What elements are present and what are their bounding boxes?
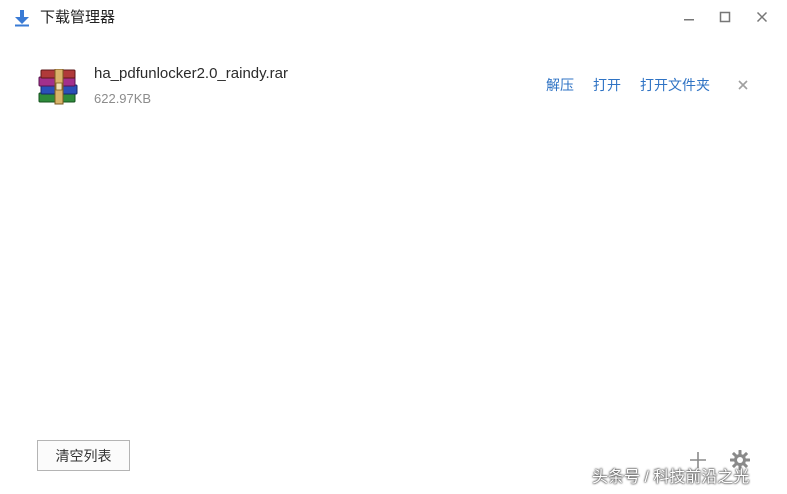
- close-window-button[interactable]: [751, 6, 773, 28]
- title-bar: 下载管理器: [0, 0, 787, 36]
- clear-list-button[interactable]: 清空列表: [37, 440, 130, 471]
- window-title: 下载管理器: [40, 9, 116, 26]
- download-list-item: ha_pdfunlocker2.0_raindy.rar 622.97KB 解压…: [0, 56, 787, 116]
- download-arrow-icon: [15, 10, 29, 27]
- remove-item-button[interactable]: [735, 77, 751, 93]
- winrar-archive-icon: [38, 69, 78, 105]
- file-name[interactable]: ha_pdfunlocker2.0_raindy.rar: [94, 64, 288, 84]
- maximize-button[interactable]: [714, 6, 736, 28]
- close-icon: [756, 11, 768, 23]
- open-link[interactable]: 打开: [593, 75, 621, 95]
- minimize-button[interactable]: [678, 6, 700, 28]
- open-folder-link[interactable]: 打开文件夹: [640, 75, 710, 95]
- watermark-text: 头条号 / 科技前沿之光: [592, 469, 750, 486]
- minimize-icon: [684, 19, 694, 21]
- file-size: 622.97KB: [94, 91, 152, 106]
- close-icon: [738, 80, 748, 90]
- extract-link[interactable]: 解压: [546, 75, 574, 95]
- maximize-icon: [719, 11, 731, 23]
